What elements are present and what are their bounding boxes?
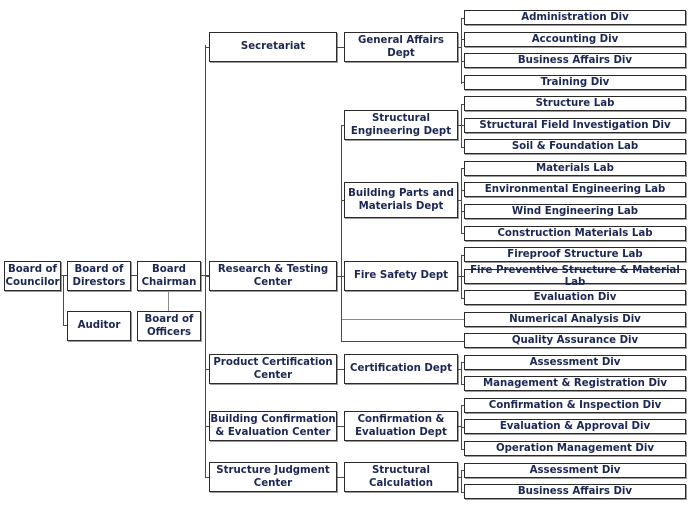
unit-box: Assessment Div [464,355,686,370]
connector-chairman-officers [168,291,169,311]
unit-box: Fire Preventive Structure & Material Lab [464,265,686,288]
unit-box: Confirmation & Inspection Div [464,398,686,413]
unit-box: Business Affairs Div [464,484,686,499]
connector-dept-bracket [458,200,461,201]
unit-box: Management & Registration Div [464,376,686,391]
unit-bracket [461,255,462,299]
auditor: Auditor [67,311,131,341]
unit-box: Soil & Foundation Lab [464,139,686,154]
connector-directors-chairman [131,275,137,276]
dept-box: Building Parts and Materials Dept [344,182,458,218]
connector-councilor-auditor-v [63,275,64,326]
dept-box: Structural Engineering Dept [344,110,458,140]
unit-box: Administration Div [464,10,686,25]
connector-direct-unit [341,341,464,342]
unit-bracket [461,362,462,385]
unit-box: Evaluation Div [464,290,686,305]
unit-box: Fireproof Structure Lab [464,247,686,262]
board-of-directors: Board of Direstors [67,261,131,291]
connector-trunk-center [205,276,209,277]
unit-box: Materials Lab [464,161,686,176]
center-box: Product Certification Center [209,354,337,384]
connector-center-dept [337,426,344,427]
connector-dept-bracket [458,369,461,370]
connector-dept-bracket [458,477,461,478]
center-box: Building Confirmation & Evaluation Cente… [209,411,337,441]
dept-trunk [341,125,342,342]
center-box: Structure Judgment Center [209,462,337,492]
center-box: Secretariat [209,32,337,62]
unit-bracket [461,168,462,234]
unit-box: Wind Engineering Lab [464,204,686,219]
unit-box: Business Affairs Div [464,53,686,68]
unit-bracket [461,405,462,449]
connector-trunk-center [205,369,209,370]
connector-dept-bracket [458,47,461,48]
board-of-officers: Board of Officers [137,311,201,341]
connector-dept-bracket [458,426,461,427]
connector-dept-bracket [458,125,461,126]
unit-bracket [461,104,462,148]
connector-direct-unit [341,319,464,320]
unit-box: Evaluation & Approval Div [464,419,686,434]
unit-box: Quality Assurance Div [464,333,686,348]
connector-dept-bracket [458,276,461,277]
center-box: Research & Testing Center [209,261,337,291]
connector-center-dept [337,369,344,370]
unit-box: Numerical Analysis Div [464,312,686,327]
dept-box: Certification Dept [344,354,458,384]
board-of-councilor: Board of Councilor [4,261,61,291]
dept-box: Fire Safety Dept [344,261,458,291]
unit-box: Accounting Div [464,32,686,47]
trunk-line [205,45,206,477]
unit-box: Assessment Div [464,463,686,478]
unit-bracket [461,18,462,84]
connector-center-dept [337,477,344,478]
unit-box: Construction Materials Lab [464,226,686,241]
unit-bracket [461,470,462,493]
org-chart: Board of Councilor Board of Direstors Bo… [0,0,694,506]
connector-trunk-center [205,477,209,478]
connector-bracket-unit [461,449,464,450]
dept-box: General Affairs Dept [344,32,458,62]
unit-box: Operation Management Div [464,441,686,456]
connector-trunk-center [205,426,209,427]
connector-auditor [63,325,67,326]
dept-box: Confirmation & Evaluation Dept [344,411,458,441]
connector-councilor-directors [61,275,67,276]
dept-box: Structural Calculation [344,462,458,492]
unit-box: Environmental Engineering Lab [464,182,686,197]
board-chairman: Board Chairman [137,261,201,291]
unit-box: Structural Field Investigation Div [464,118,686,133]
connector-trunk-center [205,47,209,48]
connector-center-dept [337,47,344,48]
unit-box: Training Div [464,75,686,90]
unit-box: Structure Lab [464,96,686,111]
